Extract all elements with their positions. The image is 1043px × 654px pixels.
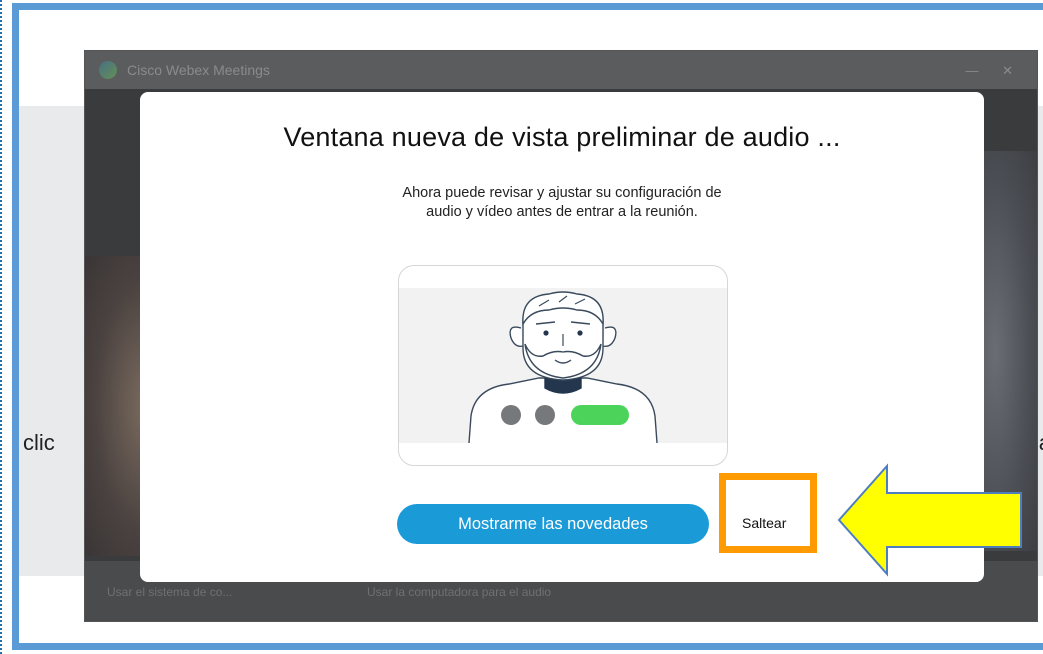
dotted-edge <box>0 0 8 654</box>
webex-titlebar: Cisco Webex Meetings — ✕ <box>85 51 1037 89</box>
webex-logo-icon <box>99 61 117 79</box>
dialog-title: Ventana nueva de vista preliminar de aud… <box>283 122 841 152</box>
dialog-description: Ahora puede revisar y ajustar su configu… <box>402 185 722 220</box>
skip-highlight-box <box>719 473 817 553</box>
bottom-option-left[interactable]: Usar el sistema de co... <box>107 585 232 599</box>
webex-window-title: Cisco Webex Meetings <box>127 62 270 78</box>
annotation-frame: clic a Cisco Webex Meetings — ✕ Usar el … <box>12 3 1043 650</box>
background-text-left: clic <box>23 430 55 455</box>
background-text-right: a <box>1039 430 1043 456</box>
left-pointing-arrow <box>837 463 1022 577</box>
show-whats-new-button[interactable]: Mostrarme las novedades <box>397 504 709 544</box>
window-controls[interactable]: — ✕ <box>965 63 1023 79</box>
person-illustration-icon <box>398 265 728 466</box>
bottom-option-right[interactable]: Usar la computadora para el audio <box>367 585 551 599</box>
